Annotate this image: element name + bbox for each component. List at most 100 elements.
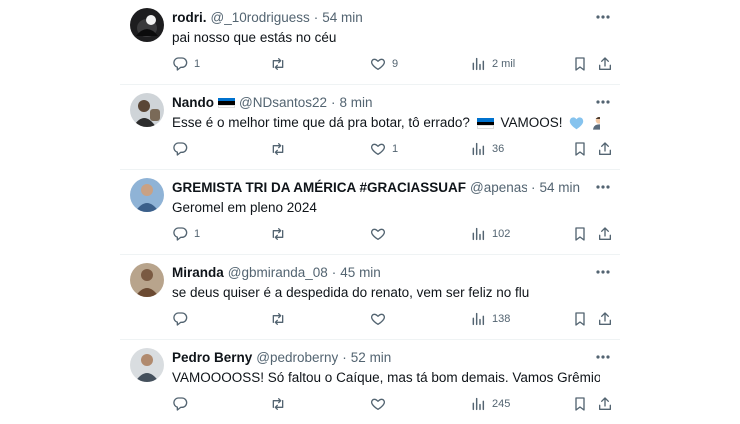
bookmark-button[interactable]	[572, 225, 588, 243]
user-handle[interactable]: @NDsantos22	[239, 94, 327, 112]
share-icon	[597, 226, 613, 242]
tweet-text: pai nosso que estás no céu	[172, 30, 337, 45]
reply-icon	[172, 396, 188, 412]
tweet[interactable]: Pedro Berny @pedroberny · 52 min VAMOOOO…	[120, 340, 620, 424]
avatar[interactable]	[130, 178, 164, 212]
retweet-button[interactable]	[270, 225, 292, 243]
bookmark-button[interactable]	[572, 140, 588, 158]
tweet-actions: 245	[172, 395, 612, 413]
tweet-actions: 1 36	[172, 140, 612, 158]
retweet-icon	[270, 56, 286, 72]
views-button[interactable]: 36	[470, 140, 504, 158]
user-handle[interactable]: @apenas1gremis	[470, 179, 527, 197]
bookmark-icon	[572, 141, 588, 157]
views-button[interactable]: 138	[470, 310, 510, 328]
bookmark-icon	[572, 56, 588, 72]
tweet-actions: 1 102	[172, 225, 612, 243]
reply-button[interactable]	[172, 310, 194, 328]
reply-button[interactable]: 1	[172, 55, 200, 73]
tweet[interactable]: rodri. @_10rodriguess · 54 min pai nosso…	[120, 0, 620, 85]
retweet-button[interactable]	[270, 55, 292, 73]
views-button[interactable]: 2 mil	[470, 55, 515, 73]
avatar[interactable]	[130, 263, 164, 297]
share-button[interactable]	[597, 395, 613, 413]
more-options-icon[interactable]	[592, 6, 614, 28]
share-icon	[597, 141, 613, 157]
user-handle[interactable]: @pedroberny	[256, 349, 338, 367]
view-count: 138	[492, 313, 511, 325]
timestamp[interactable]: 54 min	[539, 179, 580, 197]
bookmark-button[interactable]	[572, 310, 588, 328]
share-icon	[597, 56, 613, 72]
timestamp[interactable]: 52 min	[351, 349, 392, 367]
heart-icon	[370, 56, 386, 72]
like-count: 9	[392, 58, 399, 70]
retweet-button[interactable]	[270, 395, 292, 413]
bookmark-icon	[572, 311, 588, 327]
bookmark-button[interactable]	[572, 395, 588, 413]
separator-dot: ·	[313, 10, 319, 25]
views-button[interactable]: 245	[470, 395, 510, 413]
tweet[interactable]: Nando @NDsantos22 · 8 min Esse é o melho…	[120, 85, 620, 170]
avatar[interactable]	[130, 93, 164, 127]
tweet-text: VAMOOOOSS! Só faltou o Caíque, mas tá bo…	[172, 370, 600, 385]
like-button[interactable]	[370, 395, 392, 413]
tweet-text: Geromel em pleno 2024	[172, 200, 317, 215]
tweet-header: Miranda @gbmiranda_08 · 45 min	[172, 264, 580, 282]
like-button[interactable]	[370, 225, 392, 243]
like-button[interactable]	[370, 310, 392, 328]
light-blue-heart-icon	[569, 116, 584, 130]
bookmark-button[interactable]	[572, 55, 588, 73]
tweet-actions: 1 9 2 mil	[172, 55, 612, 73]
tweet-text: Esse é o melhor time que dá pra botar, t…	[172, 114, 600, 132]
display-name[interactable]: GREMISTA TRI DA AMÉRICA #GRACIASSUAF	[172, 179, 466, 197]
reply-icon	[172, 141, 188, 157]
more-options-icon[interactable]	[592, 91, 614, 113]
retweet-icon	[270, 141, 286, 157]
share-button[interactable]	[597, 55, 613, 73]
user-handle[interactable]: @gbmiranda_08	[228, 264, 328, 282]
display-name[interactable]: Miranda	[172, 264, 224, 282]
tweet-header: Pedro Berny @pedroberny · 52 min	[172, 349, 580, 367]
timestamp[interactable]: 45 min	[340, 264, 381, 282]
share-button[interactable]	[597, 140, 613, 158]
retweet-icon	[270, 311, 286, 327]
retweet-button[interactable]	[270, 140, 292, 158]
like-button[interactable]: 1	[370, 140, 398, 158]
more-options-icon[interactable]	[592, 261, 614, 283]
more-options-icon[interactable]	[592, 346, 614, 368]
share-button[interactable]	[597, 225, 613, 243]
views-button[interactable]: 102	[470, 225, 510, 243]
avatar[interactable]	[130, 348, 164, 382]
heart-icon	[370, 226, 386, 242]
like-button[interactable]: 9	[370, 55, 398, 73]
user-handle[interactable]: @_10rodriguess	[211, 9, 310, 27]
view-count: 36	[492, 143, 505, 155]
retweet-button[interactable]	[270, 310, 292, 328]
tweet-header: rodri. @_10rodriguess · 54 min	[172, 9, 580, 27]
tweet-header: GREMISTA TRI DA AMÉRICA #GRACIASSUAF @ap…	[172, 179, 580, 197]
reply-button[interactable]: 1	[172, 225, 200, 243]
display-name[interactable]: Pedro Berny	[172, 349, 252, 367]
separator-dot: ·	[530, 180, 536, 195]
display-name[interactable]: Nando	[172, 94, 214, 112]
reply-button[interactable]	[172, 140, 194, 158]
views-chart-icon	[470, 311, 486, 327]
share-button[interactable]	[597, 310, 613, 328]
retweet-icon	[270, 396, 286, 412]
more-options-icon[interactable]	[592, 176, 614, 198]
estonia-flag-icon	[218, 97, 235, 109]
reply-icon	[172, 311, 188, 327]
reply-button[interactable]	[172, 395, 194, 413]
timestamp[interactable]: 8 min	[340, 94, 373, 112]
reply-count: 1	[194, 58, 201, 70]
timestamp[interactable]: 54 min	[322, 9, 363, 27]
bookmark-icon	[572, 396, 588, 412]
display-name[interactable]: rodri.	[172, 9, 207, 27]
tweet[interactable]: GREMISTA TRI DA AMÉRICA #GRACIASSUAF @ap…	[120, 170, 620, 255]
tweet[interactable]: Miranda @gbmiranda_08 · 45 min se deus q…	[120, 255, 620, 340]
view-count: 102	[492, 228, 511, 240]
avatar[interactable]	[130, 8, 164, 42]
tweet-header: Nando @NDsantos22 · 8 min	[172, 94, 580, 112]
bookmark-icon	[572, 226, 588, 242]
